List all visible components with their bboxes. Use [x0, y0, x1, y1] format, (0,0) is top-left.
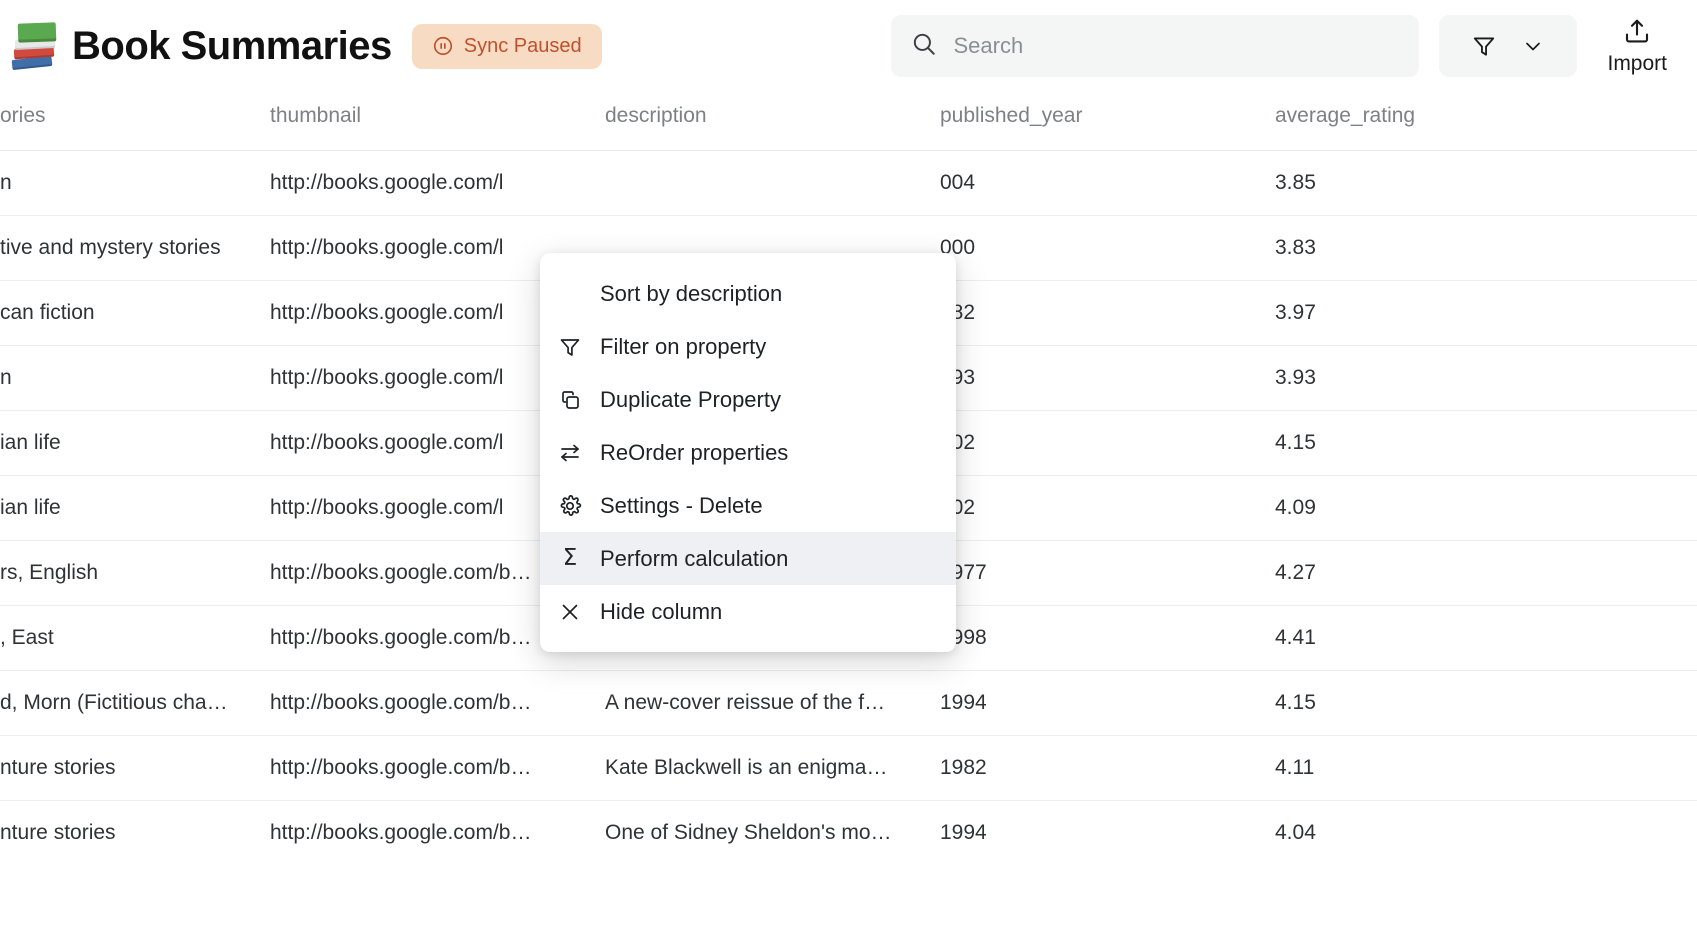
cell-description[interactable]: One of Sidney Sheldon's mo… — [605, 800, 940, 865]
menu-item-label: Filter on property — [600, 336, 766, 358]
table-row[interactable]: nture storieshttp://books.google.com/b…O… — [0, 800, 1697, 865]
cell-published-year[interactable]: 1998 — [940, 605, 1275, 670]
cell-published-year[interactable]: 1994 — [940, 670, 1275, 735]
menu-item-settings-delete[interactable]: Settings - Delete — [540, 479, 956, 532]
cell-average-rating[interactable]: 4.41 — [1275, 605, 1697, 670]
menu-item-label: Perform calculation — [600, 548, 788, 570]
upload-icon — [1622, 17, 1652, 50]
sigma-icon: Σ — [558, 547, 582, 571]
brand-group: Book Summaries — [8, 22, 392, 70]
chevron-down-icon[interactable] — [1521, 34, 1545, 58]
filter-funnel-icon[interactable] — [1471, 33, 1497, 59]
cell-categories[interactable]: nture stories — [0, 800, 270, 865]
cell-published-year[interactable]: 1977 — [940, 540, 1275, 605]
cell-categories[interactable]: d, Morn (Fictitious cha… — [0, 670, 270, 735]
cell-published-year[interactable]: 004 — [940, 150, 1275, 215]
menu-item-sort-by-description[interactable]: Sort by description — [540, 267, 956, 320]
status-badge-label: Sync Paused — [464, 35, 582, 58]
table-header-row: ories thumbnail description published_ye… — [0, 92, 1697, 150]
cell-average-rating[interactable]: 3.85 — [1275, 150, 1697, 215]
menu-item-label: Duplicate Property — [600, 389, 781, 411]
cell-average-rating[interactable]: 3.97 — [1275, 280, 1697, 345]
cell-categories[interactable]: can fiction — [0, 280, 270, 345]
cell-thumbnail[interactable]: http://books.google.com/l — [270, 150, 605, 215]
data-table-container: ories thumbnail description published_ye… — [0, 92, 1697, 926]
cell-categories[interactable]: , East — [0, 605, 270, 670]
cell-published-year[interactable]: 002 — [940, 410, 1275, 475]
cell-thumbnail[interactable]: http://books.google.com/b… — [270, 735, 605, 800]
column-header-categories[interactable]: ories — [0, 92, 270, 150]
menu-item-hide-column[interactable]: Hide column — [540, 585, 956, 638]
cell-categories[interactable]: ian life — [0, 475, 270, 540]
toolbar-right: Import — [891, 15, 1673, 77]
menu-item-label: Settings - Delete — [600, 495, 763, 517]
cell-published-year[interactable]: 1994 — [940, 800, 1275, 865]
cell-description[interactable]: A new-cover reissue of the f… — [605, 670, 940, 735]
books-stack-icon — [12, 22, 58, 70]
top-bar: Book Summaries Sync Paused — [0, 0, 1697, 92]
cell-average-rating[interactable]: 4.27 — [1275, 540, 1697, 605]
swap-arrows-icon — [558, 441, 582, 465]
column-header-thumbnail[interactable]: thumbnail — [270, 92, 605, 150]
cell-published-year[interactable]: 000 — [940, 215, 1275, 280]
cell-categories[interactable]: ian life — [0, 410, 270, 475]
cell-description[interactable] — [605, 150, 940, 215]
menu-item-reorder-properties[interactable]: ReOrder properties — [540, 426, 956, 479]
search-box[interactable] — [891, 15, 1419, 77]
cell-categories[interactable]: rs, English — [0, 540, 270, 605]
cell-published-year[interactable]: 002 — [940, 475, 1275, 540]
table-row[interactable]: nture storieshttp://books.google.com/b…K… — [0, 735, 1697, 800]
close-x-icon — [558, 600, 582, 624]
search-icon — [911, 31, 937, 62]
cell-thumbnail[interactable]: http://books.google.com/b… — [270, 800, 605, 865]
search-input[interactable] — [953, 33, 1399, 59]
pause-circle-icon — [432, 35, 454, 57]
cell-thumbnail[interactable]: http://books.google.com/b… — [270, 670, 605, 735]
status-badge-sync-paused[interactable]: Sync Paused — [412, 24, 602, 69]
cell-average-rating[interactable]: 3.93 — [1275, 345, 1697, 410]
column-context-menu: Sort by description Filter on property Dup… — [540, 253, 956, 652]
cell-categories[interactable]: n — [0, 150, 270, 215]
menu-item-duplicate-property[interactable]: Duplicate Property — [540, 373, 956, 426]
filter-controls — [1439, 15, 1577, 77]
cell-categories[interactable]: nture stories — [0, 735, 270, 800]
import-button[interactable]: Import — [1601, 17, 1673, 76]
cell-categories[interactable]: tive and mystery stories — [0, 215, 270, 280]
menu-item-perform-calculation[interactable]: Σ Perform calculation — [540, 532, 956, 585]
table-row[interactable]: d, Morn (Fictitious cha…http://books.goo… — [0, 670, 1697, 735]
menu-item-label: Hide column — [600, 601, 722, 623]
column-header-description[interactable]: description — [605, 92, 940, 150]
cell-average-rating[interactable]: 4.04 — [1275, 800, 1697, 865]
cell-description[interactable]: Kate Blackwell is an enigma… — [605, 735, 940, 800]
menu-item-filter-on-property[interactable]: Filter on property — [540, 320, 956, 373]
cell-categories[interactable]: n — [0, 345, 270, 410]
filter-funnel-icon — [558, 335, 582, 359]
cell-average-rating[interactable]: 4.15 — [1275, 410, 1697, 475]
cell-average-rating[interactable]: 4.15 — [1275, 670, 1697, 735]
cell-average-rating[interactable]: 4.09 — [1275, 475, 1697, 540]
cell-published-year[interactable]: 982 — [940, 280, 1275, 345]
cell-published-year[interactable]: 1982 — [940, 735, 1275, 800]
menu-item-label: ReOrder properties — [600, 442, 788, 464]
cell-average-rating[interactable]: 4.11 — [1275, 735, 1697, 800]
duplicate-icon — [558, 388, 582, 412]
column-header-average-rating[interactable]: average_rating — [1275, 92, 1697, 150]
gear-icon — [558, 494, 582, 518]
import-button-label: Import — [1607, 52, 1667, 76]
page-title: Book Summaries — [72, 24, 392, 69]
table-row[interactable]: nhttp://books.google.com/l 0043.85 — [0, 150, 1697, 215]
column-header-published-year[interactable]: published_year — [940, 92, 1275, 150]
cell-average-rating[interactable]: 3.83 — [1275, 215, 1697, 280]
cell-published-year[interactable]: 993 — [940, 345, 1275, 410]
menu-item-label: Sort by description — [600, 283, 782, 305]
